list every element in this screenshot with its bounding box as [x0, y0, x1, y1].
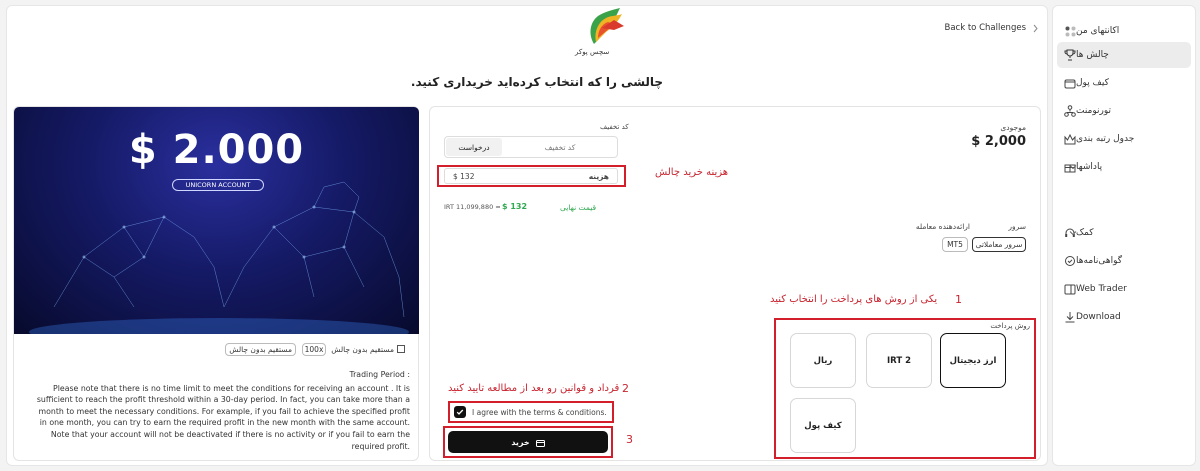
sidebar-item-web-trader[interactable]: Web Trader — [1057, 276, 1191, 302]
annotation-step2-num: 2 — [622, 382, 629, 395]
product-card: $ 2.000 UNICORN ACCOUNT مستقیم بدون چالش… — [13, 106, 419, 461]
sidebar-item-label: کمک — [1076, 228, 1094, 238]
logo: سچس پوکر — [567, 6, 637, 64]
back-link-label: Back to Challenges — [944, 22, 1027, 33]
monitor-icon — [1064, 283, 1076, 295]
sidebar-item-label: جدول رتبه بندی — [1076, 134, 1135, 144]
annotation-cost-note: هزینه خرید چالش — [655, 167, 729, 178]
crown-icon — [1064, 133, 1076, 145]
note-heading: Trading Period : — [349, 370, 410, 379]
annotation-step1-text: یکی از روش های پرداخت را انتخاب کنید — [770, 294, 938, 305]
final-value: $ 132 — [502, 202, 528, 211]
chevron-down-icon — [1069, 229, 1077, 237]
broker-option[interactable]: MT5 — [942, 237, 968, 252]
sidebar-item-my-accounts[interactable]: اکانتهای من — [1057, 18, 1191, 44]
sidebar-item-leaderboard[interactable]: جدول رتبه بندی — [1057, 126, 1191, 152]
annotation-terms-box — [448, 401, 614, 423]
hierarchy-icon — [1064, 105, 1076, 117]
discount-input[interactable] — [505, 138, 615, 156]
sidebar-item-download[interactable]: Download — [1057, 304, 1191, 330]
note-body: Please note that there is no time limit … — [36, 383, 410, 451]
discount-label: کد تخفیف — [600, 123, 629, 131]
sidebar-item-label: پاداشها — [1076, 162, 1103, 172]
server-label: سرور — [1008, 222, 1026, 231]
annotation-step2-text: قرداد و قوانین رو بعد از مطالعه تایید کن… — [448, 383, 620, 394]
annotation-payment-box — [774, 318, 1036, 459]
tag-direct: مستقیم بدون چالش — [328, 343, 408, 356]
logo-text: سچس پوکر — [575, 48, 610, 56]
discount-field: درخواست — [444, 136, 618, 158]
sidebar-item-certificates[interactable]: گواهی‌نامه‌ها — [1057, 248, 1191, 274]
account-amount: $ 2.000 — [128, 127, 305, 173]
trophy-icon — [1064, 49, 1076, 61]
sidebar-item-rewards[interactable]: پاداشها — [1057, 154, 1191, 180]
sidebar-item-help[interactable]: کمک — [1057, 220, 1191, 246]
chevron-down-icon — [1069, 163, 1077, 171]
annotation-step3-num: 3 — [626, 433, 633, 446]
certificate-icon — [1064, 255, 1076, 267]
back-to-challenges-link[interactable]: Back to Challenges — [945, 18, 1040, 37]
balance-value: $ 2,000 — [971, 134, 1026, 149]
product-banner: $ 2.000 UNICORN ACCOUNT — [14, 107, 419, 334]
annotation-step1-num: 1 — [955, 293, 962, 306]
final-irt: IRT 11,099,880 ≈ — [444, 203, 501, 211]
sidebar-item-label: گواهی‌نامه‌ها — [1076, 256, 1123, 266]
tag-leverage: 100x — [302, 343, 326, 356]
sidebar: اکانتهای من چالش ها کیف پول تورنومنت جدو… — [1052, 5, 1196, 466]
info-icon — [397, 344, 405, 355]
tag-direct-2: مستقیم بدون چالش — [225, 343, 296, 356]
page-title: چالشی را که انتخاب کرده‌اید خریداری کنید… — [410, 75, 664, 89]
annotation-buy-box — [443, 426, 613, 458]
tag-label: مستقیم بدون چالش — [331, 345, 394, 354]
sidebar-item-label: چالش ها — [1076, 50, 1109, 60]
sidebar-item-challenges[interactable]: چالش ها — [1057, 42, 1191, 68]
balance-label: موجودی — [1000, 123, 1026, 132]
annotation-cost-box — [437, 165, 626, 187]
logo-mark-icon — [590, 8, 624, 44]
server-option[interactable]: سرور معاملاتی — [972, 237, 1026, 252]
sidebar-item-label: کیف پول — [1076, 78, 1109, 88]
grid-icon — [1064, 25, 1076, 37]
sidebar-item-label: اکانتهای من — [1076, 26, 1120, 36]
discount-apply-button[interactable]: درخواست — [446, 138, 502, 156]
checkout-card: موجودی $ 2,000 کد تخفیف درخواست $ 132 هز… — [429, 106, 1041, 461]
trading-notes: Trading Period : Please note that there … — [32, 369, 410, 452]
final-label: قیمت نهایی — [560, 203, 597, 212]
sidebar-item-label: Web Trader — [1076, 284, 1127, 294]
broker-label: ارائه‌دهنده معامله — [915, 222, 970, 231]
account-badge: UNICORN ACCOUNT — [172, 179, 264, 191]
sidebar-item-label: تورنومنت — [1076, 106, 1112, 116]
sidebar-item-label: Download — [1076, 312, 1121, 322]
sidebar-item-tournament[interactable]: تورنومنت — [1057, 98, 1191, 124]
sidebar-item-wallet[interactable]: کیف پول — [1057, 70, 1191, 96]
chevron-right-icon — [1032, 18, 1039, 37]
wallet-icon — [1064, 77, 1076, 89]
download-icon — [1064, 311, 1076, 323]
main-panel: Back to Challenges سچس پوکر چالشی را که … — [6, 5, 1048, 466]
